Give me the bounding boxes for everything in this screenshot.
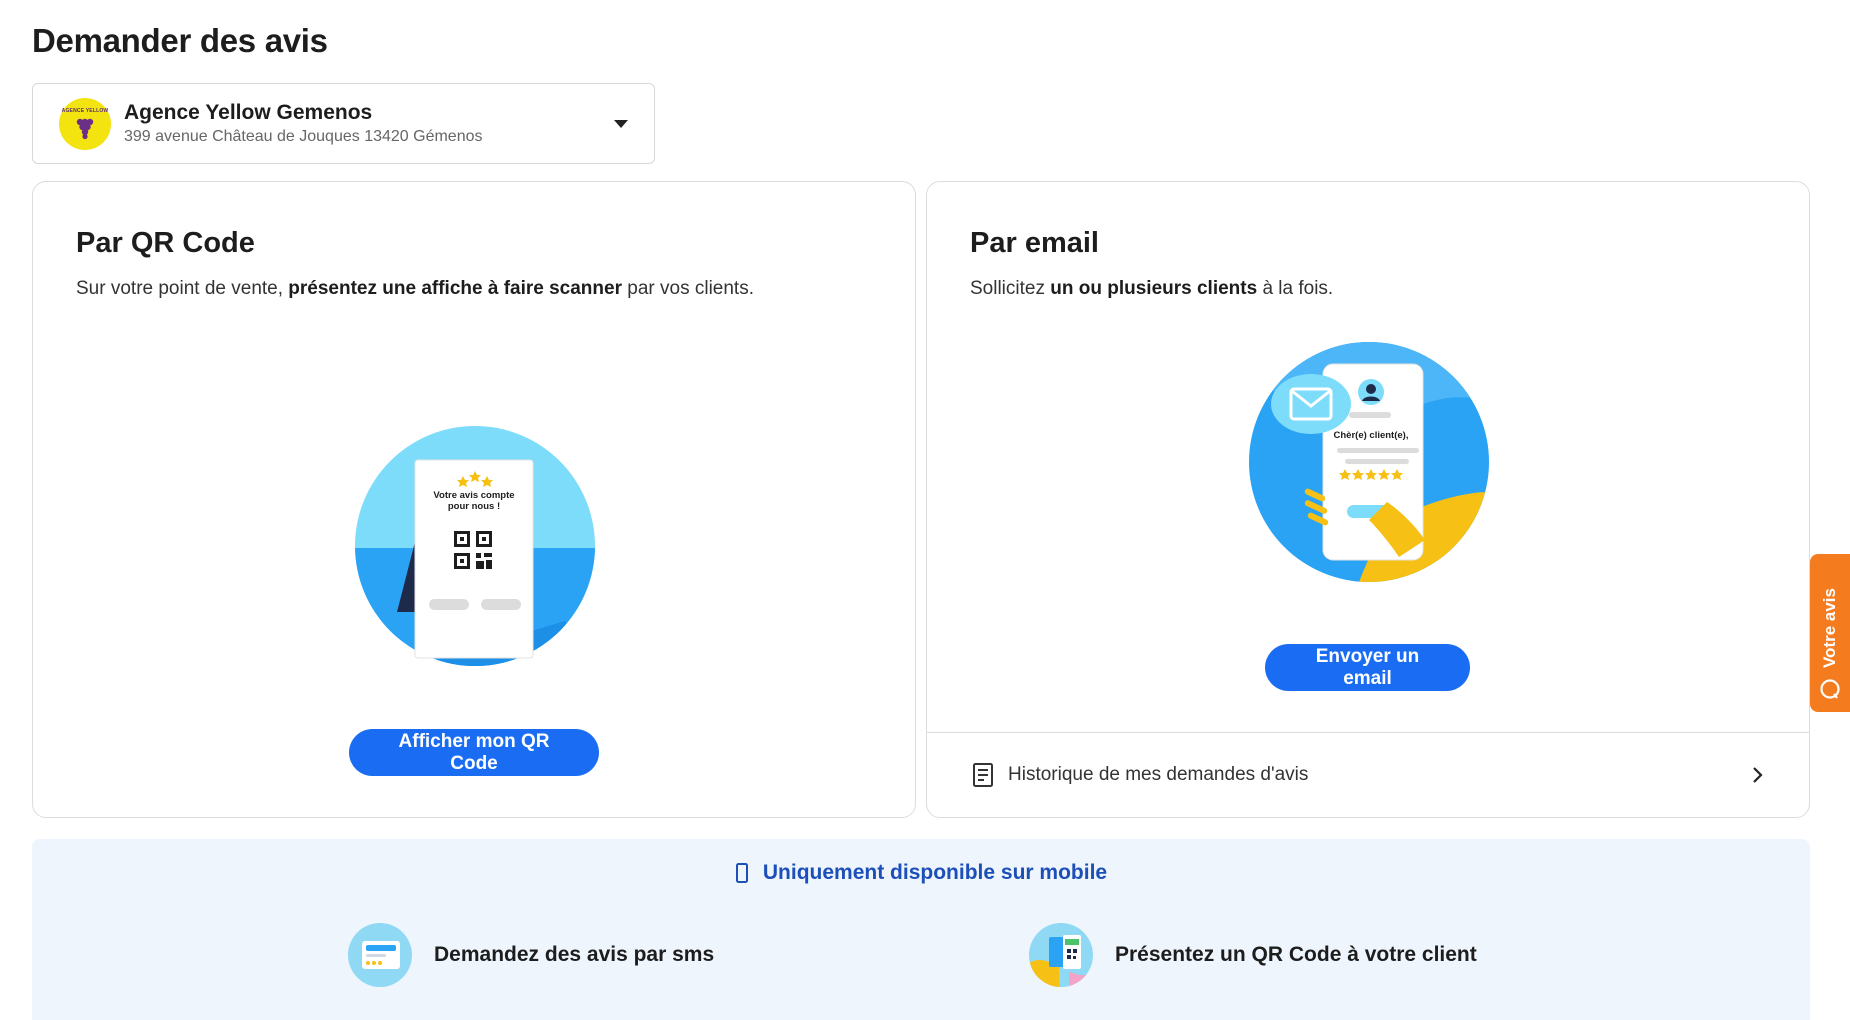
logo-text: AGENCE YELLOW (61, 107, 109, 114)
feedback-side-tab[interactable]: Votre avis (1810, 554, 1850, 712)
grapes-icon (76, 118, 94, 139)
email-phone-illustration: Chèr(e) client(e), (1249, 342, 1489, 582)
location-select[interactable]: AGENCE YELLOW Agence Yellow Gemenos 399 … (32, 83, 655, 164)
mobile-only-panel: Uniquement disponible sur mobile Demande… (32, 839, 1810, 1020)
chevron-down-icon[interactable] (614, 119, 628, 128)
email-desc-bold: un ou plusieurs clients (1050, 278, 1258, 299)
qr-desc-pre: Sur votre point de vente, (76, 278, 289, 299)
review-request-history-link[interactable]: Historique de mes demandes d'avis (927, 732, 1809, 817)
send-email-button[interactable]: Envoyer un email (1265, 644, 1470, 691)
email-card-description: Sollicitez un ou plusieurs clients à la … (970, 278, 1333, 300)
page-title: Demander des avis (32, 22, 328, 59)
sms-feature: Demandez des avis par sms (348, 923, 714, 987)
qr-card-title: Par QR Code (76, 227, 255, 259)
email-desc-pre: Sollicitez (970, 278, 1051, 299)
email-card-title: Par email (970, 227, 1099, 259)
feedback-tab-label: Votre avis (1820, 587, 1839, 668)
location-name: Agence Yellow Gemenos (124, 101, 373, 124)
sms-feature-label: Demandez des avis par sms (434, 943, 715, 966)
location-avatar: AGENCE YELLOW (59, 97, 111, 150)
chat-bubble-icon (1820, 679, 1840, 699)
present-qr-feature: Présentez un QR Code à votre client (1029, 923, 1477, 987)
document-icon (973, 763, 993, 787)
present-qr-feature-label: Présentez un QR Code à votre client (1115, 943, 1477, 966)
email-card: Par email Sollicitez un ou plusieurs cli… (926, 181, 1810, 818)
qr-phone-icon (1029, 923, 1093, 987)
poster-line2: pour nous ! (448, 501, 500, 512)
qr-desc-post: par vos clients. (621, 278, 754, 299)
location-address: 399 avenue Château de Jouques 13420 Géme… (124, 128, 483, 145)
qr-card-description: Sur votre point de vente, présentez une … (76, 278, 754, 300)
sms-icon (348, 923, 412, 987)
mobile-heading: Uniquement disponible sur mobile (32, 861, 1810, 885)
chevron-right-icon (1753, 767, 1763, 783)
qr-desc-bold: présentez une affiche à faire scanner (288, 278, 622, 299)
qr-poster-illustration: Votre avis compte pour nous ! (355, 426, 595, 666)
history-label: Historique de mes demandes d'avis (1008, 764, 1309, 785)
show-qr-code-button[interactable]: Afficher mon QR Code (349, 729, 599, 776)
phone-greeting: Chèr(e) client(e), (1334, 430, 1409, 441)
smartphone-icon (735, 863, 748, 883)
qr-code-card: Par QR Code Sur votre point de vente, pr… (32, 181, 916, 818)
mobile-heading-text: Uniquement disponible sur mobile (762, 861, 1108, 884)
email-desc-post: à la fois. (1257, 278, 1334, 299)
poster-line1: Votre avis compte (433, 490, 514, 501)
